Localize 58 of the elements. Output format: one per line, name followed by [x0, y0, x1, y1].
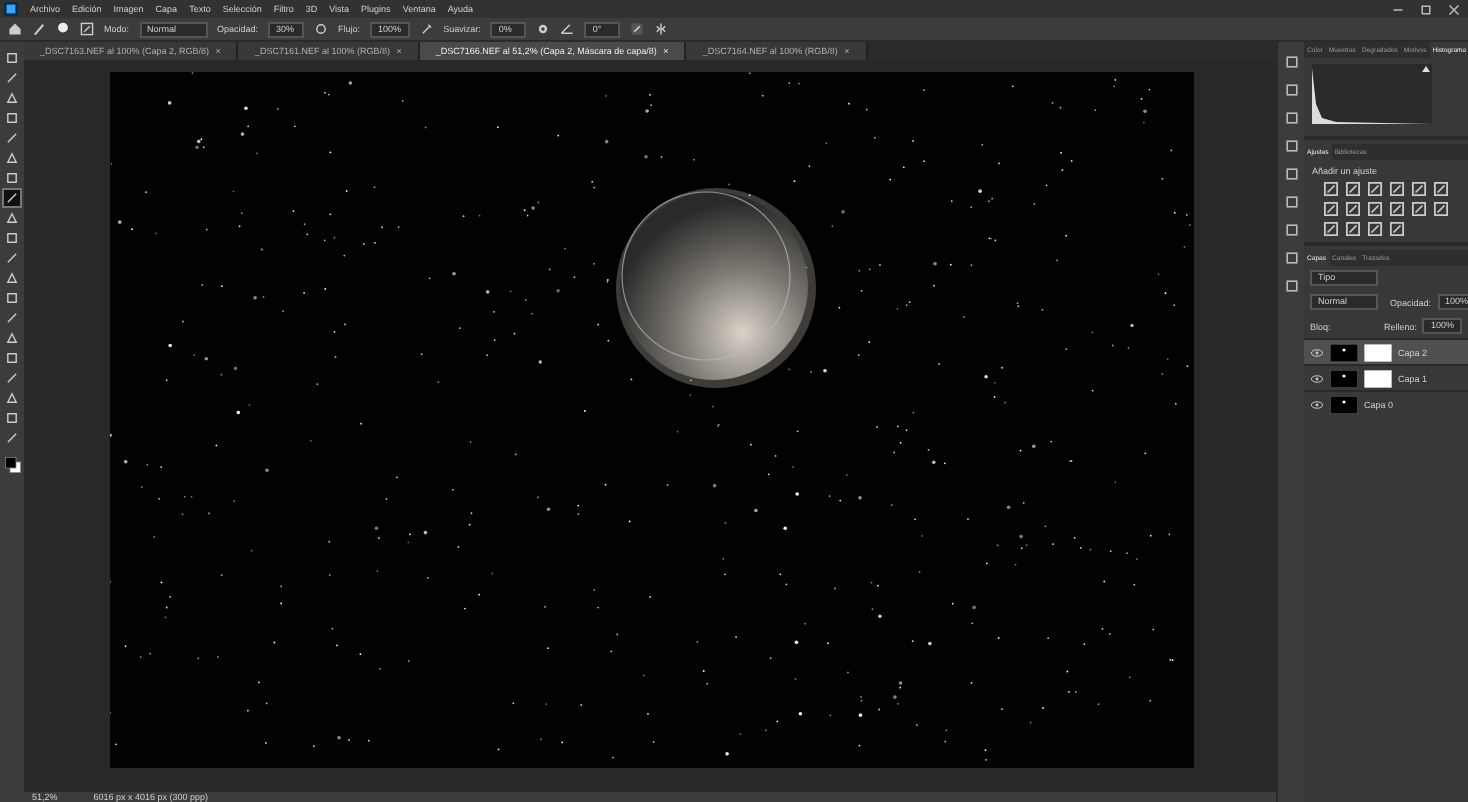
adjustment-icon[interactable] — [1368, 182, 1382, 196]
tool-button[interactable] — [4, 70, 20, 86]
adjustment-icon[interactable] — [1412, 182, 1426, 196]
pressure-size-icon[interactable] — [630, 22, 645, 36]
brush-panel-icon[interactable] — [80, 22, 94, 36]
adjustment-icon[interactable] — [1390, 182, 1404, 196]
adjustment-icon[interactable] — [1346, 182, 1360, 196]
symmetry-icon[interactable] — [654, 22, 669, 36]
adjustment-icon[interactable] — [1434, 202, 1448, 216]
tool-button[interactable] — [4, 370, 20, 386]
tool-button[interactable] — [4, 430, 20, 446]
pressure-icon[interactable] — [314, 22, 329, 36]
tool-button[interactable] — [4, 350, 20, 366]
tool-button[interactable] — [4, 150, 20, 166]
angle-icon — [560, 22, 575, 36]
eye-icon[interactable] — [1310, 373, 1324, 383]
adjustment-icon[interactable] — [1368, 222, 1382, 236]
adjustment-icon[interactable] — [1346, 222, 1360, 236]
eye-icon[interactable] — [1310, 347, 1324, 357]
tool-button[interactable] — [4, 190, 20, 206]
tool-button[interactable] — [4, 250, 20, 266]
adjustment-icon[interactable] — [1324, 222, 1338, 236]
tool-button[interactable] — [4, 390, 20, 406]
histogram-graph — [1312, 64, 1432, 124]
app-logo-icon — [4, 2, 18, 16]
layer-thumbnail — [1330, 343, 1358, 361]
adjustment-icon[interactable] — [1368, 202, 1382, 216]
adjustment-icon[interactable] — [1324, 202, 1338, 216]
home-icon[interactable] — [8, 22, 22, 36]
adjustment-icon[interactable] — [1324, 182, 1338, 196]
gear-icon[interactable] — [536, 22, 551, 36]
adjustment-icon[interactable] — [1390, 222, 1404, 236]
tool-button[interactable] — [4, 310, 20, 326]
adjustment-icon[interactable] — [1390, 202, 1404, 216]
minimize-icon[interactable] — [1392, 3, 1404, 15]
close-icon[interactable] — [1448, 3, 1460, 15]
brush-icon[interactable] — [32, 22, 46, 36]
brush-preset-icon[interactable] — [56, 22, 70, 36]
tool-button[interactable] — [4, 230, 20, 246]
tool-button[interactable] — [4, 410, 20, 426]
tool-button[interactable] — [4, 90, 20, 106]
airbrush-icon[interactable] — [419, 22, 434, 36]
adjustment-icon[interactable] — [1346, 202, 1360, 216]
tool-button[interactable] — [4, 290, 20, 306]
tool-button[interactable] — [4, 110, 20, 126]
tool-button[interactable] — [4, 270, 20, 286]
tool-button[interactable] — [4, 130, 20, 146]
tool-button[interactable] — [4, 170, 20, 186]
tool-button[interactable] — [4, 50, 20, 66]
tool-button[interactable] — [4, 330, 20, 346]
color-swatches-icon[interactable] — [3, 456, 21, 474]
adjustment-icon[interactable] — [1434, 182, 1448, 196]
eye-icon[interactable] — [1310, 399, 1324, 409]
adjustment-icon[interactable] — [1412, 202, 1426, 216]
tool-button[interactable] — [4, 210, 20, 226]
maximize-icon[interactable] — [1420, 3, 1432, 15]
layer-thumbnail — [1330, 395, 1358, 413]
layer-thumbnail — [1330, 369, 1358, 387]
